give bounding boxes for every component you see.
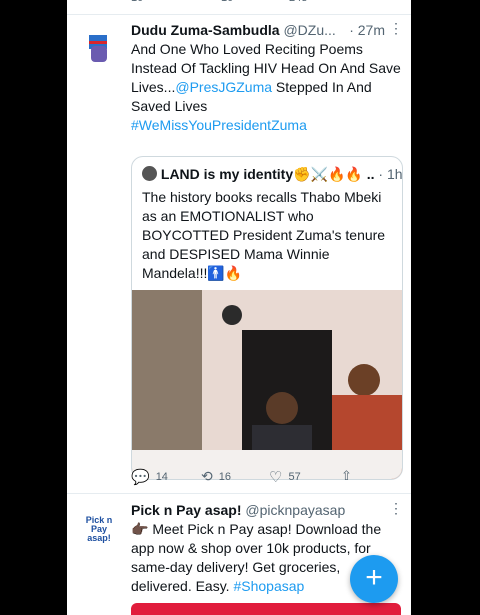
like-count: 57	[288, 471, 301, 483]
timestamp[interactable]: · 27m	[349, 22, 385, 38]
retweet-count[interactable]: 10	[221, 0, 233, 4]
avatar[interactable]: Pick n Pay asap!	[81, 516, 117, 552]
avatar-text: Pick n Pay asap!	[85, 516, 113, 543]
mention-link[interactable]: @PresJGZuma	[175, 79, 272, 95]
author-handle[interactable]: @DZu...	[283, 22, 335, 38]
reply-count[interactable]: 10	[131, 0, 143, 4]
quote-avatar	[142, 166, 157, 181]
tweet-dudu[interactable]: Dudu Zuma-Sambudla @DZu... · 27m ⋮ And O…	[67, 15, 411, 493]
previous-tweet-actions: 10 10 243	[67, 0, 411, 15]
quoted-tweet[interactable]: LAND is my identity✊⚔️🔥🔥 .. · 1h The his…	[131, 156, 403, 480]
share-icon: ⇧	[341, 468, 352, 483]
quote-photo[interactable]	[132, 290, 402, 479]
avatar[interactable]	[81, 29, 117, 65]
quote-text: The history books recalls Thabo Mbeki as…	[142, 189, 386, 281]
author-handle[interactable]: @picknpayasap	[245, 502, 345, 518]
reply-icon: 💬	[131, 469, 150, 486]
more-icon[interactable]: ⋮	[389, 20, 403, 37]
tweet-text: And One Who Loved Reciting Poems Instead…	[131, 40, 401, 135]
like-count[interactable]: 243	[289, 0, 307, 4]
reply-button[interactable]: 💬 14	[131, 468, 168, 486]
author-name[interactable]: Dudu Zuma-Sambudla	[131, 22, 280, 38]
more-icon[interactable]: ⋮	[389, 500, 403, 517]
retweet-button[interactable]: ⟲ 16	[201, 468, 231, 485]
promo-card[interactable]	[131, 603, 401, 615]
hashtag-link[interactable]: #WeMissYouPresidentZuma	[131, 117, 307, 133]
retweet-count: 16	[218, 470, 231, 483]
timeline: 10 10 243 Dudu Zuma-Sambudla @DZu... · 2…	[67, 0, 411, 615]
like-button[interactable]: ♡ 57	[269, 468, 301, 486]
like-icon: ♡	[269, 469, 283, 486]
retweet-icon: ⟲	[201, 468, 213, 484]
tweet-actions: 💬 14 ⟲ 16 ♡ 57 ⇧	[131, 468, 401, 488]
quote-time: · 1h	[378, 166, 403, 182]
compose-icon: +	[365, 561, 383, 594]
share-button[interactable]: ⇧	[341, 468, 352, 484]
quote-author: LAND is my identity✊⚔️🔥🔥 ..	[160, 166, 375, 182]
author-name[interactable]: Pick n Pay asap!	[131, 502, 242, 518]
reply-count: 14	[155, 471, 168, 483]
compose-button[interactable]: +	[350, 555, 398, 603]
hashtag-link[interactable]: #Shopasap	[233, 578, 304, 594]
